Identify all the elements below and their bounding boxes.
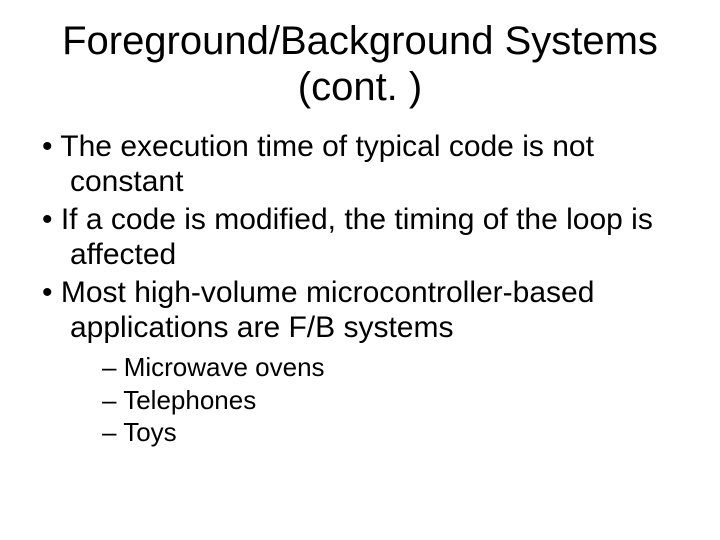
slide-title: Foreground/Background Systems (cont. ) — [30, 18, 690, 110]
bullet-list: The execution time of typical code is no… — [30, 130, 690, 449]
bullet-item: Most high-volume microcontroller-based a… — [40, 276, 690, 449]
bullet-text: Most high-volume microcontroller-based a… — [61, 276, 595, 344]
bullet-item: If a code is modified, the timing of the… — [40, 203, 690, 272]
sub-bullet-item: Toys — [100, 416, 690, 449]
bullet-item: The execution time of typical code is no… — [40, 130, 690, 199]
sub-bullet-list: Microwave ovens Telephones Toys — [70, 351, 690, 449]
sub-bullet-item: Microwave ovens — [100, 351, 690, 384]
sub-bullet-item: Telephones — [100, 384, 690, 417]
